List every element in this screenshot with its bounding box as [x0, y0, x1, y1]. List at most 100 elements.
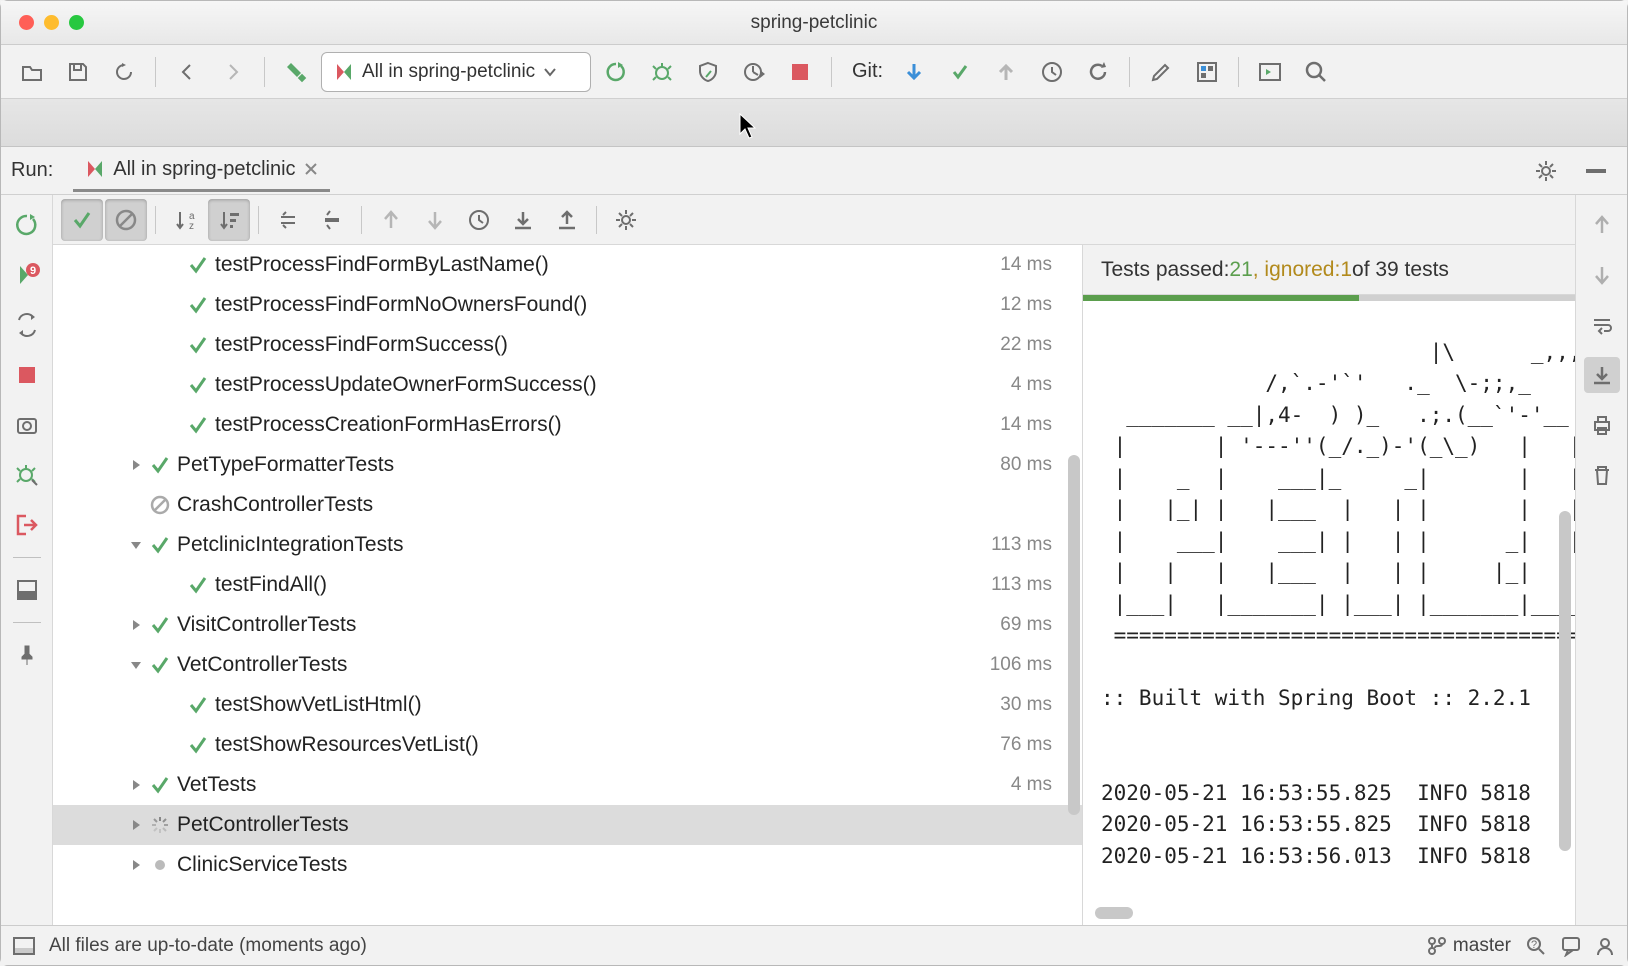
soft-wrap-button[interactable]	[1584, 307, 1620, 343]
run-button[interactable]	[595, 51, 637, 93]
hide-tool-button[interactable]	[1575, 150, 1617, 192]
expand-toggle[interactable]	[125, 619, 147, 631]
search-everywhere-button[interactable]	[1295, 51, 1337, 93]
test-tree-row[interactable]: PetclinicIntegrationTests113 ms	[53, 525, 1082, 565]
git-push-button[interactable]	[985, 51, 1027, 93]
expand-toggle[interactable]	[125, 779, 147, 791]
scroll-up-button[interactable]	[1584, 207, 1620, 243]
project-structure-button[interactable]	[1186, 51, 1228, 93]
test-tree-row[interactable]: VetControllerTests106 ms	[53, 645, 1082, 685]
nav-forward-button[interactable]	[212, 51, 254, 93]
expand-toggle[interactable]	[125, 659, 147, 671]
test-tree-row[interactable]: testProcessFindFormByLastName()14 ms	[53, 245, 1082, 285]
profile-button[interactable]	[733, 51, 775, 93]
rerun-failed-button[interactable]: 9	[9, 257, 45, 293]
save-all-button[interactable]	[57, 51, 99, 93]
import-tests-button[interactable]	[502, 199, 544, 241]
run-tool-header: Run: All in spring-petclinic	[1, 147, 1627, 195]
run-config-dropdown[interactable]: All in spring-petclinic	[321, 52, 591, 92]
git-branch-widget[interactable]: master	[1427, 935, 1511, 957]
status-icon	[185, 375, 211, 395]
test-tree-row[interactable]: testProcessUpdateOwnerFormSuccess()4 ms	[53, 365, 1082, 405]
layout-button[interactable]	[9, 572, 45, 608]
svg-text:?: ?	[1531, 939, 1537, 951]
status-icon	[147, 815, 173, 835]
main-toolbar: All in spring-petclinic Git:	[1, 45, 1627, 99]
expand-toggle[interactable]	[125, 459, 147, 471]
tests-summary: Tests passed: 21, ignored: 1 of 39 tests	[1083, 245, 1575, 295]
test-tree-row[interactable]: testShowResourcesVetList()76 ms	[53, 725, 1082, 765]
build-button[interactable]	[275, 51, 317, 93]
git-history-button[interactable]	[1031, 51, 1073, 93]
prev-failed-button[interactable]	[370, 199, 412, 241]
test-name: testProcessFindFormNoOwnersFound()	[215, 293, 1000, 317]
open-button[interactable]	[11, 51, 53, 93]
test-tree-row[interactable]: testFindAll()113 ms	[53, 565, 1082, 605]
notifications-widget[interactable]	[1561, 935, 1581, 957]
stop-tests-button[interactable]	[9, 357, 45, 393]
next-failed-button[interactable]	[414, 199, 456, 241]
test-tree-row[interactable]: VisitControllerTests69 ms	[53, 605, 1082, 645]
scroll-to-end-button[interactable]	[1584, 357, 1620, 393]
memory-widget[interactable]	[1595, 936, 1615, 956]
status-icon	[147, 615, 173, 635]
test-tree-row[interactable]: CrashControllerTests	[53, 485, 1082, 525]
toggle-auto-test-button[interactable]	[9, 307, 45, 343]
settings-button[interactable]	[1140, 51, 1182, 93]
expand-all-button[interactable]	[267, 199, 309, 241]
reload-button[interactable]	[103, 51, 145, 93]
show-ignored-toggle[interactable]	[105, 199, 147, 241]
collapse-all-button[interactable]	[311, 199, 353, 241]
exit-button[interactable]	[9, 507, 45, 543]
status-icon	[185, 335, 211, 355]
clear-all-button[interactable]	[1584, 457, 1620, 493]
tool-settings-button[interactable]	[1525, 150, 1567, 192]
test-tree-row[interactable]: testShowVetListHtml()30 ms	[53, 685, 1082, 725]
export-tests-button[interactable]	[546, 199, 588, 241]
test-tree-row[interactable]: testProcessCreationFormHasErrors()14 ms	[53, 405, 1082, 445]
expand-toggle[interactable]	[125, 539, 147, 551]
test-tree-row[interactable]: testProcessFindFormSuccess()22 ms	[53, 325, 1082, 365]
nav-back-button[interactable]	[166, 51, 208, 93]
pin-button[interactable]	[9, 637, 45, 673]
dump-threads-button[interactable]	[9, 407, 45, 443]
stop-button[interactable]	[779, 51, 821, 93]
test-duration: 80 ms	[1000, 454, 1052, 476]
git-update-button[interactable]	[893, 51, 935, 93]
expand-toggle[interactable]	[125, 819, 147, 831]
test-tree-scrollbar[interactable]	[1068, 455, 1080, 815]
tool-windows-button[interactable]	[13, 937, 35, 955]
print-button[interactable]	[1584, 407, 1620, 443]
git-commit-button[interactable]	[939, 51, 981, 93]
test-tree-row[interactable]: PetControllerTests	[53, 805, 1082, 845]
test-duration: 4 ms	[1011, 374, 1052, 396]
console-horizontal-scrollbar[interactable]	[1095, 907, 1133, 919]
close-icon[interactable]	[304, 162, 318, 176]
test-settings-button[interactable]	[605, 199, 647, 241]
scroll-down-button[interactable]	[1584, 257, 1620, 293]
svg-text:z: z	[189, 221, 194, 232]
console-vertical-scrollbar[interactable]	[1559, 511, 1571, 851]
rerun-button[interactable]	[9, 207, 45, 243]
debug-button[interactable]	[641, 51, 683, 93]
inspections-widget[interactable]: ?	[1525, 935, 1547, 957]
coverage-button[interactable]	[687, 51, 729, 93]
run-tab[interactable]: All in spring-petclinic	[73, 150, 329, 192]
sort-duration-button[interactable]	[208, 199, 250, 241]
test-history-button[interactable]	[458, 199, 500, 241]
test-duration: 12 ms	[1000, 294, 1052, 316]
show-passed-toggle[interactable]	[61, 199, 103, 241]
status-icon	[185, 735, 211, 755]
analyze-button[interactable]	[9, 457, 45, 493]
test-tree-row[interactable]: testProcessFindFormNoOwnersFound()12 ms	[53, 285, 1082, 325]
git-rollback-button[interactable]	[1077, 51, 1119, 93]
sort-alpha-button[interactable]: az	[164, 199, 206, 241]
test-tree-row[interactable]: PetTypeFormatterTests80 ms	[53, 445, 1082, 485]
run-anything-button[interactable]	[1249, 51, 1291, 93]
expand-toggle[interactable]	[125, 859, 147, 871]
console-output[interactable]: |\ _,,,--,,_ /,`.-'`' ._ \-;;,_ _______ …	[1083, 301, 1575, 925]
test-tree-row[interactable]: ClinicServiceTests	[53, 845, 1082, 885]
test-tree-row[interactable]: VetTests4 ms	[53, 765, 1082, 805]
test-name: testProcessUpdateOwnerFormSuccess()	[215, 373, 1011, 397]
test-tree[interactable]: testProcessFindFormByLastName()14 mstest…	[53, 245, 1083, 925]
